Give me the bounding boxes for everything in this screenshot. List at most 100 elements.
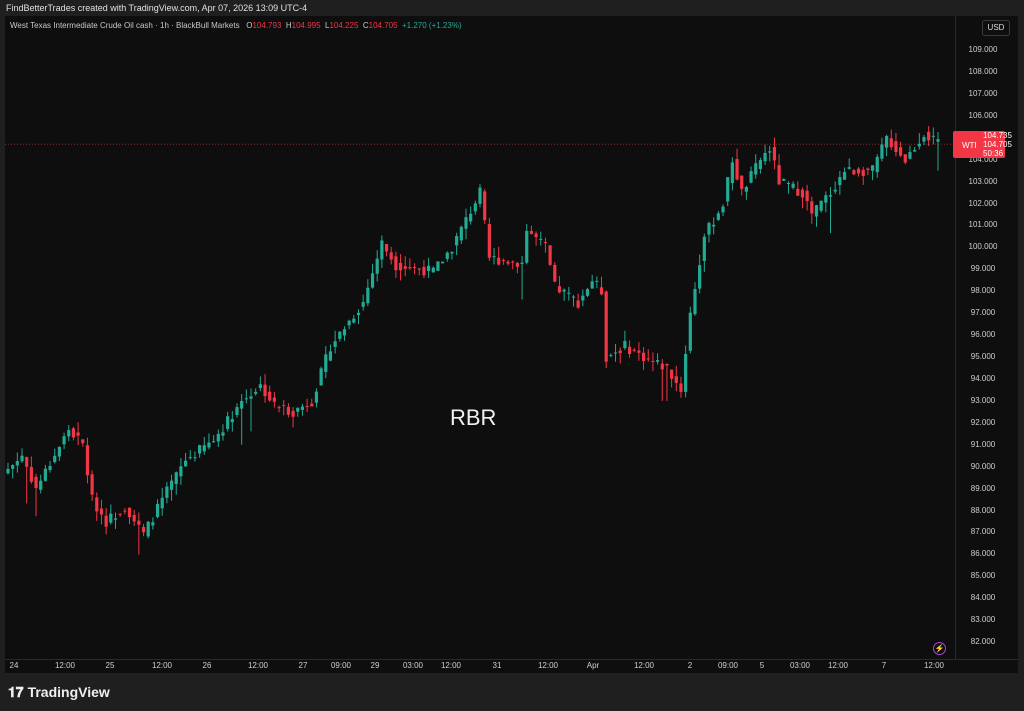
candle <box>492 248 496 265</box>
candle-body <box>202 445 206 452</box>
candle <box>230 411 234 432</box>
candle-body <box>427 265 431 271</box>
candle-body <box>296 407 300 412</box>
candle <box>67 425 71 442</box>
candle-body <box>515 262 519 267</box>
candle <box>76 422 80 446</box>
candle <box>286 403 291 418</box>
candle-body <box>931 135 935 137</box>
candle <box>571 295 576 307</box>
price-tick-label: 86.000 <box>970 549 996 559</box>
candle-body <box>132 514 136 522</box>
candle-body <box>109 513 113 523</box>
candle-body <box>730 162 734 184</box>
time-tick-label: 12:00 <box>827 661 849 670</box>
candle <box>539 231 543 246</box>
candle-body <box>796 188 800 196</box>
candle-body <box>810 201 814 214</box>
candle-body <box>113 518 118 520</box>
candle <box>20 448 24 463</box>
price-tick-label: 93.000 <box>970 395 996 405</box>
candle <box>754 154 758 179</box>
candle-body <box>370 273 375 288</box>
candle-body <box>487 224 491 258</box>
candle-body <box>324 354 328 372</box>
candle <box>212 435 216 443</box>
candle <box>782 178 786 181</box>
candle-body <box>389 252 393 260</box>
candle <box>763 144 767 166</box>
lightning-icon[interactable]: ⚡ <box>933 642 946 655</box>
candle <box>165 481 169 504</box>
candle-body <box>595 280 599 282</box>
candle <box>244 389 248 404</box>
candle <box>590 274 594 289</box>
candle-body <box>511 261 515 263</box>
candle <box>814 204 819 227</box>
candle <box>342 326 347 341</box>
candle <box>127 507 132 525</box>
candle-body <box>478 187 482 204</box>
candle-body <box>819 200 823 211</box>
candle <box>768 146 772 162</box>
candle-body <box>567 292 571 294</box>
candle <box>581 289 585 307</box>
candle <box>562 288 566 301</box>
candle <box>712 217 716 235</box>
candle <box>441 261 445 264</box>
candle <box>735 148 739 181</box>
candle <box>249 388 253 432</box>
candle-body <box>394 256 398 271</box>
candle <box>455 232 459 256</box>
candle <box>431 266 435 273</box>
candle <box>758 157 763 174</box>
candle <box>305 398 309 413</box>
candle-body <box>693 288 697 315</box>
candle-body <box>712 224 716 227</box>
candle <box>525 223 529 265</box>
candle <box>707 221 711 243</box>
price-tick-label: 82.000 <box>970 637 996 647</box>
candle-body <box>104 515 108 527</box>
candle-body <box>889 138 893 148</box>
candle-body <box>300 406 305 410</box>
candle-body <box>375 258 379 274</box>
candle-body <box>520 262 524 264</box>
candle-body <box>866 168 870 170</box>
candle-body <box>450 251 454 254</box>
candle-body <box>249 396 253 399</box>
candle-body <box>99 508 104 515</box>
candle <box>936 132 940 171</box>
candle-body <box>193 457 197 459</box>
price-tick-label: 101.000 <box>968 220 998 230</box>
candle-body <box>824 195 828 203</box>
candle <box>53 448 57 464</box>
candle <box>772 137 777 170</box>
candle-body <box>366 287 370 304</box>
candle <box>226 411 230 432</box>
price-tick-label: 83.000 <box>970 615 996 625</box>
candle <box>188 449 192 460</box>
candle-body <box>726 177 730 202</box>
candle-body <box>936 139 940 142</box>
candle-body <box>342 329 347 336</box>
candle-body <box>43 468 47 481</box>
candle <box>529 225 534 235</box>
candle-body <box>314 391 319 403</box>
candle-body <box>581 295 585 301</box>
candle-body <box>637 350 641 353</box>
candle <box>810 196 814 224</box>
candle-body <box>174 472 178 485</box>
price-tick-label: 90.000 <box>970 461 996 471</box>
candle-body <box>141 526 146 533</box>
candle <box>646 349 650 362</box>
candle <box>109 504 113 525</box>
candle <box>884 134 889 157</box>
candle-body <box>646 358 650 360</box>
candle <box>553 262 557 283</box>
candle-body <box>562 289 566 292</box>
candle <box>137 512 141 555</box>
candle-body <box>529 230 534 234</box>
candle-body <box>155 503 160 517</box>
candle <box>235 403 239 418</box>
